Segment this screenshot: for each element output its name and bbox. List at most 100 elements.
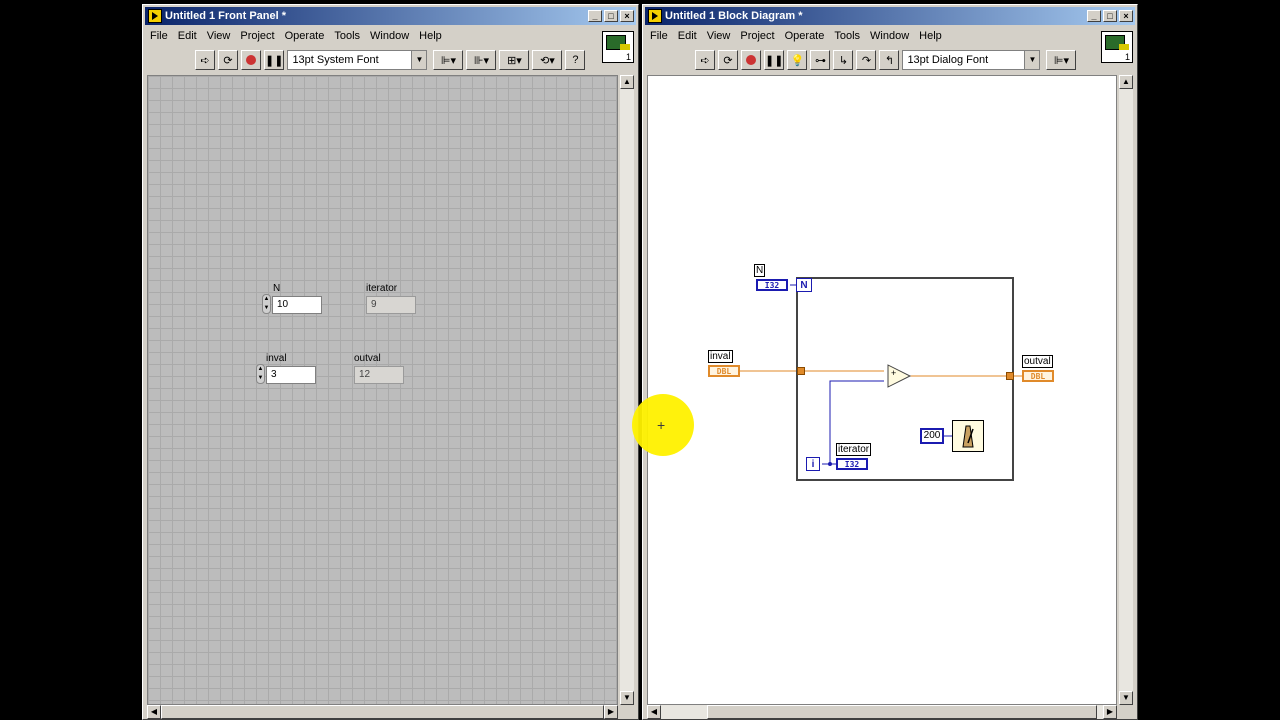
menu-tools[interactable]: Tools — [329, 30, 365, 42]
scroll-thumb[interactable] — [161, 705, 604, 719]
resize-objects-icon[interactable]: ⊞▾ — [499, 50, 530, 70]
font-select[interactable]: 13pt System Font ▼ — [287, 50, 428, 70]
outval-terminal[interactable]: DBL — [1022, 370, 1054, 382]
menu-edit[interactable]: Edit — [173, 30, 202, 42]
font-select[interactable]: 13pt Dialog Font ▼ — [902, 50, 1041, 70]
inval-increment-icon[interactable]: ▲ ▼ — [256, 364, 265, 384]
labview-icon — [148, 9, 162, 23]
block-diagram-canvas[interactable]: N I32 N inval DBL outval DBL + i iterato… — [647, 75, 1117, 705]
menu-window[interactable]: Window — [865, 30, 914, 42]
step-out-icon[interactable]: ↰ — [879, 50, 900, 70]
iterator-label: iterator — [836, 443, 872, 456]
step-into-icon[interactable]: ↳ — [833, 50, 854, 70]
menu-edit[interactable]: Edit — [673, 30, 702, 42]
retain-wire-values-icon[interactable]: ⊶ — [810, 50, 831, 70]
n-label: N — [273, 283, 281, 294]
menu-operate[interactable]: Operate — [780, 30, 830, 42]
align-objects-icon[interactable]: ⊫▾ — [1046, 50, 1077, 70]
iterator-label: iterator — [366, 283, 398, 294]
vi-icon[interactable]: 1 — [1101, 31, 1133, 63]
minimize-button[interactable]: _ — [588, 10, 602, 22]
vertical-scrollbar[interactable]: ▲ ▼ — [1119, 75, 1133, 705]
outval-label: outval — [1022, 355, 1053, 368]
outval-label: outval — [354, 353, 381, 364]
scroll-down-icon[interactable]: ▼ — [620, 691, 634, 705]
iterator-terminal[interactable]: I32 — [836, 458, 868, 470]
menu-operate[interactable]: Operate — [280, 30, 330, 42]
scroll-left-icon[interactable]: ◀ — [647, 705, 661, 719]
n-control[interactable]: 10 — [272, 296, 322, 314]
scroll-right-icon[interactable]: ▶ — [604, 705, 618, 719]
run-arrow-icon[interactable]: ➪ — [195, 50, 215, 70]
menu-bar: File Edit View Project Operate Tools Win… — [145, 27, 598, 45]
inval-control[interactable]: 3 — [266, 366, 316, 384]
run-arrow-icon[interactable]: ➪ — [695, 50, 715, 70]
menu-window[interactable]: Window — [365, 30, 414, 42]
step-over-icon[interactable]: ↷ — [856, 50, 877, 70]
scroll-thumb[interactable] — [707, 705, 1097, 719]
wait-constant[interactable]: 200 — [920, 428, 944, 444]
wait-ms-metronome-icon[interactable] — [952, 420, 984, 452]
scroll-up-icon[interactable]: ▲ — [1119, 75, 1133, 89]
crosshair-cursor-icon: + — [657, 417, 666, 433]
close-button[interactable]: × — [620, 10, 634, 22]
n-increment-icon[interactable]: ▲ ▼ — [262, 294, 271, 314]
pause-icon[interactable]: ❚❚ — [264, 50, 285, 70]
inval-label: inval — [708, 350, 733, 363]
front-panel-titlebar[interactable]: Untitled 1 Front Panel * _ □ × — [145, 7, 636, 25]
add-symbol: + — [891, 368, 897, 378]
menu-tools[interactable]: Tools — [829, 30, 865, 42]
reorder-icon[interactable]: ⟲▾ — [532, 50, 563, 70]
horizontal-scrollbar[interactable]: ◀ ▶ — [647, 705, 1117, 719]
menu-help[interactable]: Help — [914, 30, 947, 42]
vi-icon[interactable]: 1 — [602, 31, 634, 63]
menu-project[interactable]: Project — [235, 30, 279, 42]
inval-terminal[interactable]: DBL — [708, 365, 740, 377]
cursor-highlight: + — [632, 394, 694, 456]
vertical-scrollbar[interactable]: ▲ ▼ — [620, 75, 634, 705]
close-button[interactable]: × — [1119, 10, 1133, 22]
iterator-indicator: 9 — [366, 296, 416, 314]
menu-view[interactable]: View — [202, 30, 236, 42]
scroll-up-icon[interactable]: ▲ — [620, 75, 634, 89]
run-continuously-icon[interactable]: ⟳ — [218, 50, 238, 70]
block-diagram-titlebar[interactable]: Untitled 1 Block Diagram * _ □ × — [645, 7, 1135, 25]
abort-icon[interactable] — [741, 50, 761, 70]
inval-label: inval — [266, 353, 287, 364]
menu-file[interactable]: File — [645, 30, 673, 42]
minimize-button[interactable]: _ — [1087, 10, 1101, 22]
highlight-execution-icon[interactable]: 💡 — [787, 50, 808, 70]
block-diagram-window: Untitled 1 Block Diagram * _ □ × File Ed… — [642, 4, 1138, 720]
scroll-right-icon[interactable]: ▶ — [1103, 705, 1117, 719]
input-tunnel[interactable] — [797, 367, 805, 375]
maximize-button[interactable]: □ — [1103, 10, 1117, 22]
window-title: Untitled 1 Front Panel * — [165, 10, 287, 22]
horizontal-scrollbar[interactable]: ◀ ▶ — [147, 705, 618, 719]
toolbar: ➪ ⟳ ❚❚ 13pt System Font ▼ ⊫▾ ⊪▾ ⊞▾ ⟲▾ ? — [145, 47, 598, 73]
pause-icon[interactable]: ❚❚ — [764, 50, 785, 70]
menu-view[interactable]: View — [702, 30, 736, 42]
run-continuously-icon[interactable]: ⟳ — [718, 50, 738, 70]
scroll-down-icon[interactable]: ▼ — [1119, 691, 1133, 705]
n-label: N — [754, 264, 766, 277]
front-panel-window: Untitled 1 Front Panel * _ □ × File Edit… — [142, 4, 639, 720]
menu-project[interactable]: Project — [735, 30, 779, 42]
help-icon[interactable]: ? — [565, 50, 586, 70]
iteration-terminal[interactable]: i — [806, 457, 820, 471]
window-title: Untitled 1 Block Diagram * — [665, 10, 803, 22]
abort-icon[interactable] — [241, 50, 261, 70]
scroll-left-icon[interactable]: ◀ — [147, 705, 161, 719]
menu-bar: File Edit View Project Operate Tools Win… — [645, 27, 1097, 45]
maximize-button[interactable]: □ — [604, 10, 618, 22]
outval-indicator: 12 — [354, 366, 404, 384]
toolbar: ➪ ⟳ ❚❚ 💡 ⊶ ↳ ↷ ↰ 13pt Dialog Font ▼ ⊫▾ — [645, 47, 1097, 73]
align-objects-icon[interactable]: ⊫▾ — [433, 50, 464, 70]
front-panel-canvas[interactable]: N ▲ ▼ 10 iterator 9 inval ▲ ▼ 3 outval 12 — [147, 75, 618, 705]
output-tunnel[interactable] — [1006, 372, 1014, 380]
labview-icon — [648, 9, 662, 23]
n-control-terminal[interactable]: I32 — [756, 279, 788, 291]
menu-file[interactable]: File — [145, 30, 173, 42]
count-terminal[interactable]: N — [796, 278, 812, 292]
menu-help[interactable]: Help — [414, 30, 447, 42]
distribute-objects-icon[interactable]: ⊪▾ — [466, 50, 497, 70]
